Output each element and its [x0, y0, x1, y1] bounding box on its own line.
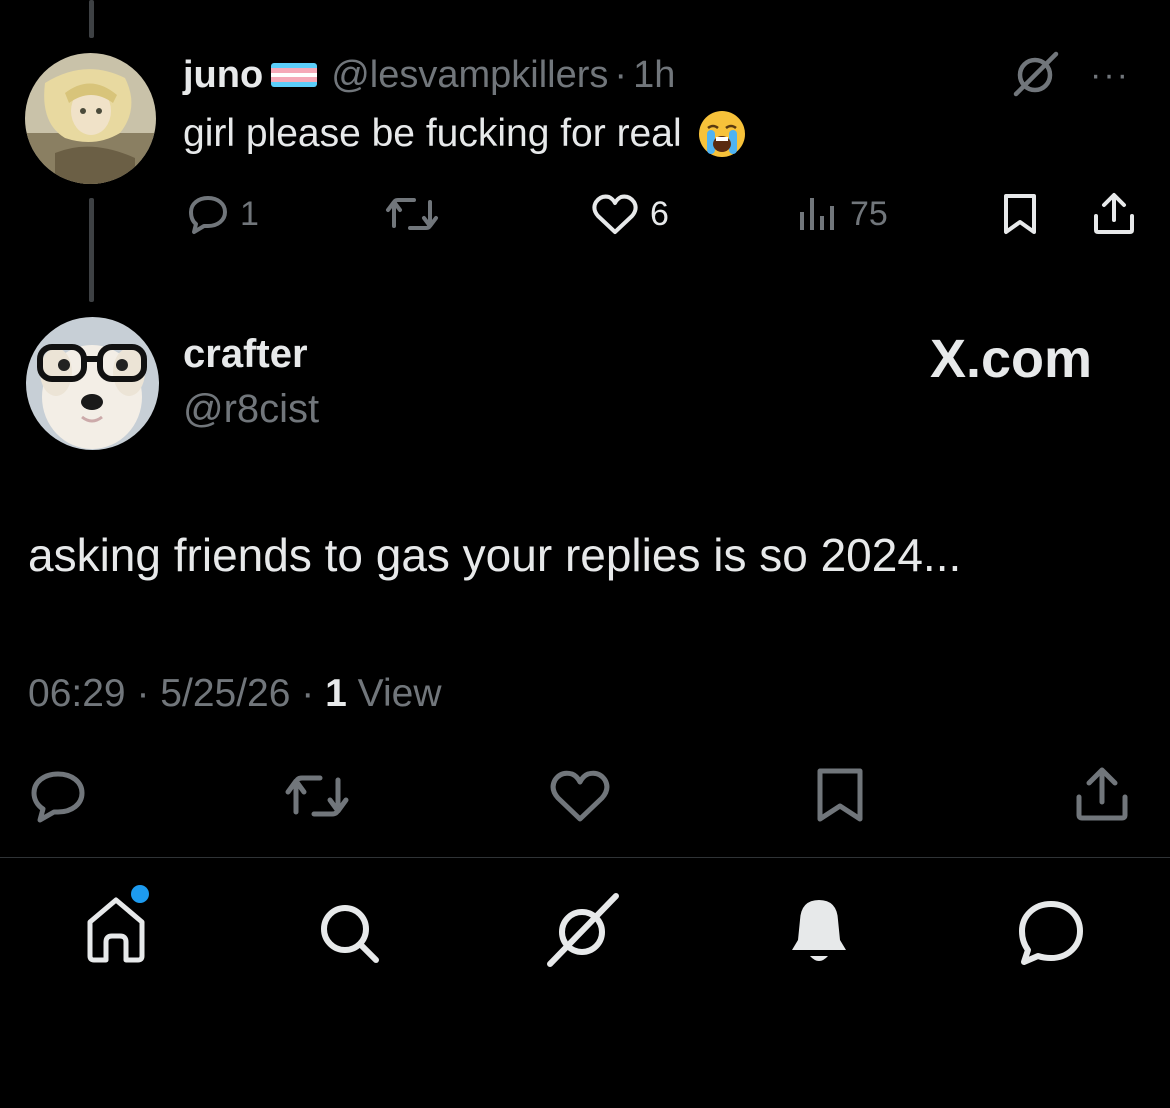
parent-tweet-text: girl please be fucking for real: [183, 108, 748, 160]
thread-connector-top: [89, 0, 94, 38]
tweet-text: girl please be fucking for real: [183, 112, 682, 155]
display-name[interactable]: juno: [183, 54, 263, 97]
heart-icon: [592, 194, 638, 234]
nav-notifications[interactable]: [788, 896, 850, 971]
share-icon: [1094, 193, 1134, 234]
divider: [0, 857, 1170, 858]
tweet-meta: 06:29 · 5/25/26 · 1 View: [28, 672, 441, 716]
bookmark-icon: [1004, 194, 1036, 234]
loudly-crying-face-icon: [696, 108, 748, 160]
views-button[interactable]: 75: [796, 192, 888, 236]
avatar-crafter[interactable]: [26, 317, 159, 450]
grok-icon: [547, 893, 619, 967]
bookmark-button[interactable]: [998, 192, 1042, 236]
tweet-date[interactable]: 5/25/26: [160, 672, 290, 715]
grok-icon[interactable]: [1008, 48, 1062, 107]
share-icon: [1076, 767, 1128, 821]
x-com-logo: X.com: [930, 329, 1093, 389]
notifications-icon: [792, 900, 846, 961]
reply-count: 1: [240, 194, 259, 233]
handle[interactable]: @lesvampkillers: [331, 54, 608, 97]
reply-icon: [31, 771, 85, 823]
nav-grok[interactable]: [542, 892, 626, 975]
parent-tweet-header: juno @lesvampkillers · 1h: [183, 50, 675, 100]
repost-button[interactable]: [282, 768, 352, 824]
search-icon: [321, 905, 379, 963]
avatar-juno[interactable]: [25, 53, 156, 184]
nav-search[interactable]: [316, 900, 382, 971]
more-options-icon[interactable]: ···: [1090, 56, 1130, 95]
like-button[interactable]: [548, 768, 612, 824]
share-button[interactable]: [1090, 190, 1138, 238]
display-name[interactable]: crafter: [183, 332, 308, 377]
trans-flag-icon: [271, 63, 318, 87]
messages-icon: [1019, 901, 1083, 965]
unread-indicator: [131, 885, 149, 903]
views-icon: [800, 198, 834, 230]
bookmark-button[interactable]: [812, 766, 868, 824]
view-count: 75: [850, 194, 888, 233]
share-button[interactable]: [1072, 764, 1132, 824]
thread-connector: [89, 198, 94, 302]
separator: ·: [301, 672, 315, 715]
handle[interactable]: @r8cist: [183, 387, 319, 432]
reply-button[interactable]: 1: [186, 192, 259, 236]
repost-icon: [386, 198, 438, 230]
main-tweet-text: asking friends to gas your replies is so…: [28, 529, 962, 581]
nav-messages[interactable]: [1016, 898, 1086, 973]
repost-icon: [285, 775, 349, 817]
reply-icon: [189, 196, 227, 234]
reply-button[interactable]: [28, 768, 88, 824]
view-label: View: [357, 672, 442, 715]
bookmark-icon: [817, 768, 863, 822]
view-count: 1: [325, 672, 347, 715]
repost-button[interactable]: [384, 192, 440, 236]
separator: ·: [614, 53, 628, 96]
separator: ·: [136, 672, 150, 715]
like-count: 6: [650, 194, 669, 233]
timestamp[interactable]: 1h: [633, 54, 675, 97]
heart-icon: [550, 770, 610, 822]
like-button[interactable]: 6: [590, 192, 669, 236]
tweet-time[interactable]: 06:29: [28, 672, 126, 715]
